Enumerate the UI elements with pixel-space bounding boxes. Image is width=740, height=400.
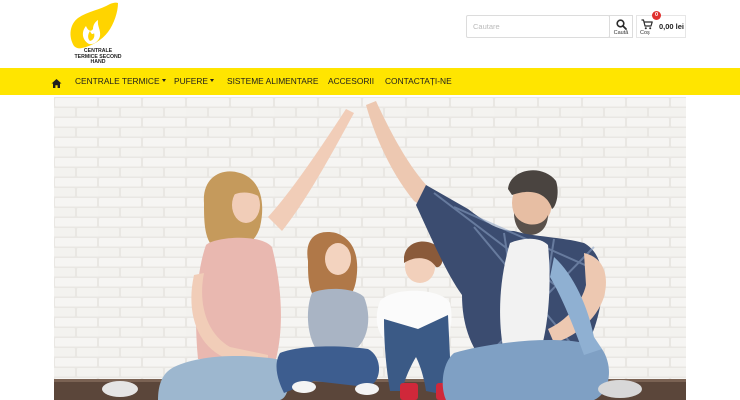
chevron-down-icon	[209, 79, 214, 83]
search-button[interactable]: Caută	[609, 15, 633, 38]
home-icon	[51, 79, 62, 88]
nav-item-accesorii[interactable]: ACCESORII	[328, 68, 374, 95]
logo-text: CENTRALE TERMICE SECOND HAND	[74, 48, 122, 66]
cart-icon	[641, 19, 653, 30]
nav-item-label: ACCESORII	[328, 76, 375, 86]
cart-count-badge: 0	[652, 11, 661, 20]
hero-banner[interactable]	[54, 97, 686, 400]
search-button-label: Caută	[613, 30, 629, 36]
search-icon	[616, 19, 627, 30]
nav-item-label: SISTEME ALIMENTARE	[227, 76, 319, 86]
nav-home-link[interactable]	[51, 76, 62, 88]
main-navbar: CENTRALE TERMICE PUFERE SISTEME ALIMENTA…	[0, 68, 740, 95]
flame-icon	[70, 2, 118, 49]
nav-item-pufere[interactable]: PUFERE	[174, 68, 214, 95]
search-input[interactable]	[467, 16, 609, 37]
cart-button[interactable]: 0 Coș 0,00 lei	[636, 11, 686, 38]
nav-item-label: CENTRALE TERMICE	[75, 76, 160, 86]
nav-item-label: CONTACTAȚI-NE	[385, 76, 452, 86]
hero-image	[54, 97, 686, 400]
nav-item-contactati-ne[interactable]: CONTACTAȚI-NE	[385, 68, 452, 95]
nav-item-centrale-termice[interactable]: CENTRALE TERMICE	[75, 68, 166, 95]
site-header: CENTRALE TERMICE SECOND HAND Caută 0 Coș…	[0, 0, 740, 68]
cart-label: Coș	[640, 30, 650, 36]
search-box	[466, 15, 610, 38]
cart-total: 0,00 lei	[659, 22, 685, 31]
nav-item-label: PUFERE	[174, 76, 208, 86]
chevron-down-icon	[161, 79, 166, 83]
nav-item-sisteme-alimentare[interactable]: SISTEME ALIMENTARE	[227, 68, 319, 95]
site-logo[interactable]: CENTRALE TERMICE SECOND HAND	[66, 2, 124, 66]
